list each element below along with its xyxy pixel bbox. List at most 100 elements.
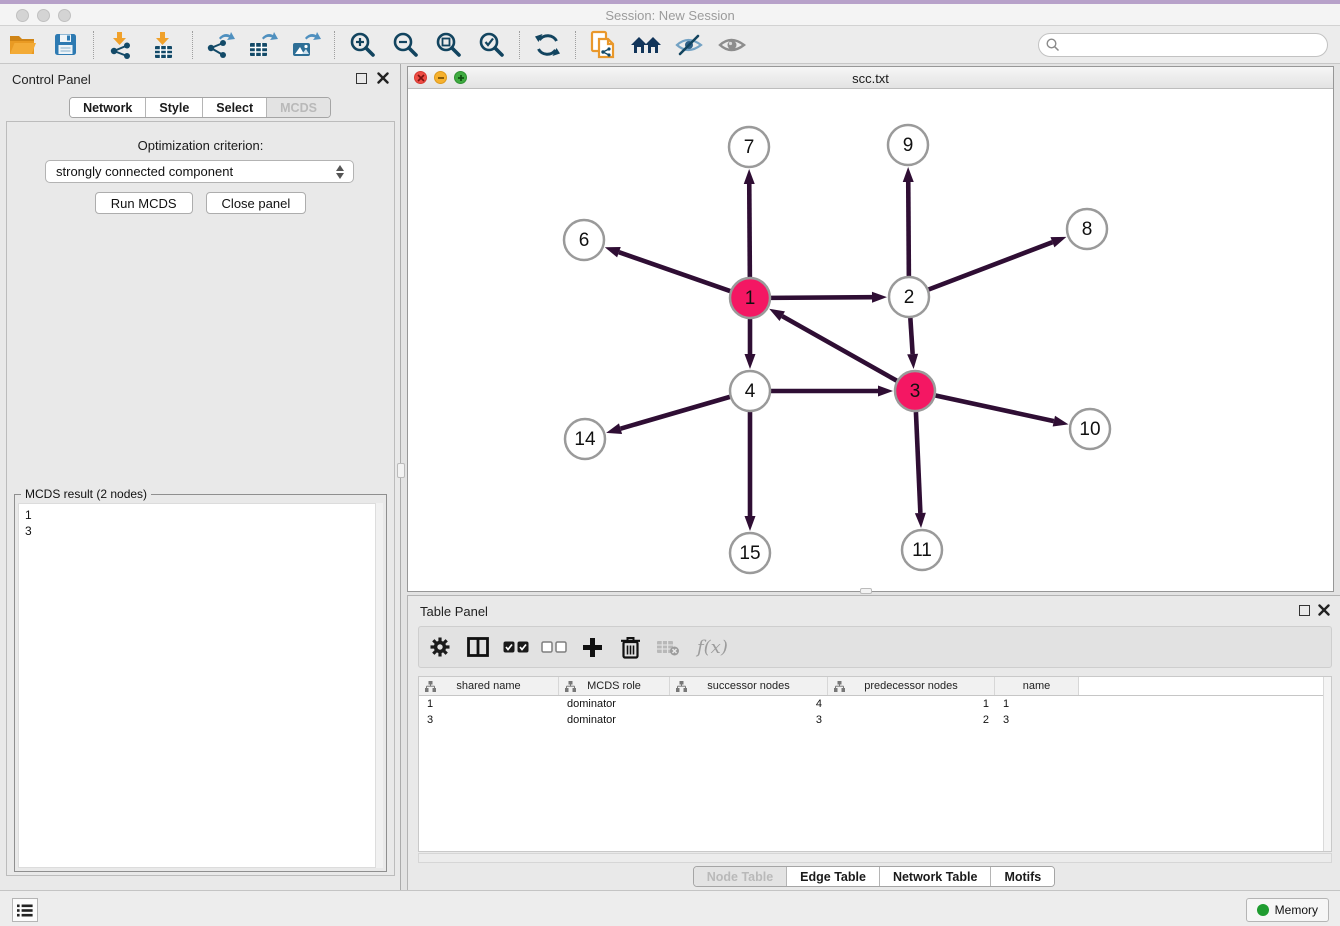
table-panel-title: Table Panel xyxy=(420,604,488,619)
close-panel-icon[interactable] xyxy=(377,72,389,84)
tab-style[interactable]: Style xyxy=(145,98,202,117)
edge-1-6[interactable] xyxy=(605,247,730,291)
column-header-name[interactable]: name xyxy=(995,677,1079,695)
export-table-icon[interactable] xyxy=(246,28,280,62)
close-panel-button[interactable]: Close panel xyxy=(206,192,307,214)
node-15[interactable]: 15 xyxy=(730,533,770,573)
add-column-icon[interactable] xyxy=(579,634,605,660)
node-9[interactable]: 9 xyxy=(888,125,928,165)
cell-shared-name[interactable]: 3 xyxy=(419,712,559,728)
node-4[interactable]: 4 xyxy=(730,371,770,411)
float-panel-icon[interactable] xyxy=(356,73,367,84)
mcds-result-title: MCDS result (2 nodes) xyxy=(21,487,151,501)
table-scrollbar[interactable] xyxy=(1323,677,1331,851)
tab-select[interactable]: Select xyxy=(202,98,266,117)
svg-text:6: 6 xyxy=(579,230,590,251)
node-table[interactable]: shared nameMCDS rolesuccessor nodesprede… xyxy=(418,676,1332,852)
cell-predecessor-nodes[interactable]: 1 xyxy=(828,696,995,712)
cell-predecessor-nodes[interactable]: 2 xyxy=(828,712,995,728)
edge-1-2[interactable] xyxy=(771,292,887,303)
node-1[interactable]: 1 xyxy=(730,278,770,318)
memory-button[interactable]: Memory xyxy=(1246,898,1329,922)
tab-edge-table[interactable]: Edge Table xyxy=(786,867,879,886)
cell-mcds-role[interactable]: dominator xyxy=(559,696,670,712)
toolbar-separator xyxy=(93,31,94,59)
hide-annotations-icon[interactable] xyxy=(672,28,706,62)
zoom-out-icon[interactable] xyxy=(388,28,422,62)
deselect-all-checkboxes-icon[interactable] xyxy=(541,634,567,660)
task-history-button[interactable] xyxy=(12,898,38,922)
save-session-icon[interactable] xyxy=(48,28,82,62)
float-panel-icon[interactable] xyxy=(1299,605,1310,616)
import-network-icon[interactable] xyxy=(104,28,138,62)
search-field[interactable] xyxy=(1038,33,1328,57)
edge-4-15[interactable] xyxy=(745,412,756,531)
node-2[interactable]: 2 xyxy=(889,277,929,317)
svg-text:8: 8 xyxy=(1082,219,1093,240)
column-header-successor-nodes[interactable]: successor nodes xyxy=(670,677,828,695)
tab-node-table[interactable]: Node Table xyxy=(694,867,786,886)
tab-network[interactable]: Network xyxy=(70,98,145,117)
node-10[interactable]: 10 xyxy=(1070,409,1110,449)
node-14[interactable]: 14 xyxy=(565,419,605,459)
close-panel-icon[interactable] xyxy=(1318,604,1330,616)
edge-2-8[interactable] xyxy=(929,237,1067,290)
refresh-view-icon[interactable] xyxy=(530,28,564,62)
cell-mcds-role[interactable]: dominator xyxy=(559,712,670,728)
mcds-result-text[interactable]: 1 3 xyxy=(18,503,383,868)
edge-2-3[interactable] xyxy=(907,318,918,369)
import-table-icon[interactable] xyxy=(147,28,181,62)
edge-3-1[interactable] xyxy=(769,309,897,381)
run-mcds-button[interactable]: Run MCDS xyxy=(95,192,193,214)
column-header-mcds-role[interactable]: MCDS role xyxy=(559,677,670,695)
split-view-icon[interactable] xyxy=(465,634,491,660)
tab-network-table[interactable]: Network Table xyxy=(879,867,991,886)
cell-successor-nodes[interactable]: 4 xyxy=(670,696,828,712)
zoom-in-icon[interactable] xyxy=(345,28,379,62)
table-row[interactable]: 3dominator323 xyxy=(419,712,1331,728)
mcds-result-scrollbar[interactable] xyxy=(375,503,383,868)
table-row[interactable]: 1dominator411 xyxy=(419,696,1331,712)
network-window-titlebar[interactable]: scc.txt xyxy=(408,67,1333,89)
node-7[interactable]: 7 xyxy=(729,127,769,167)
export-image-icon[interactable] xyxy=(289,28,323,62)
network-graph[interactable]: 7 9 6 8 1 2 4 3 14 10 15 11 xyxy=(408,89,1333,591)
splitter-grip[interactable] xyxy=(397,463,405,478)
column-header-predecessor-nodes[interactable]: predecessor nodes xyxy=(828,677,995,695)
network-canvas[interactable]: 7 9 6 8 1 2 4 3 14 10 15 11 xyxy=(408,89,1333,591)
zoom-selected-icon[interactable] xyxy=(474,28,508,62)
delete-column-icon[interactable] xyxy=(617,634,643,660)
edge-4-3[interactable] xyxy=(771,386,893,397)
splitter-grip[interactable] xyxy=(860,588,872,594)
tab-motifs[interactable]: Motifs xyxy=(990,867,1054,886)
column-header-shared-name[interactable]: shared name xyxy=(419,677,559,695)
zoom-fit-icon[interactable] xyxy=(431,28,465,62)
export-network-icon[interactable] xyxy=(203,28,237,62)
edge-4-14[interactable] xyxy=(606,397,730,434)
node-3[interactable]: 3 xyxy=(895,371,935,411)
edge-1-7[interactable] xyxy=(744,169,755,277)
cell-successor-nodes[interactable]: 3 xyxy=(670,712,828,728)
clone-network-icon[interactable] xyxy=(586,28,620,62)
cell-name[interactable]: 3 xyxy=(995,712,1079,728)
edge-2-9[interactable] xyxy=(903,167,914,276)
table-settings-icon[interactable] xyxy=(427,634,453,660)
search-input[interactable] xyxy=(1038,33,1328,57)
home-view-icon[interactable] xyxy=(629,28,663,62)
toolbar-separator xyxy=(192,31,193,59)
edge-3-10[interactable] xyxy=(936,395,1069,426)
cell-name[interactable]: 1 xyxy=(995,696,1079,712)
tab-mcds[interactable]: MCDS xyxy=(266,98,330,117)
optimization-criterion-label: Optimization criterion: xyxy=(7,138,394,153)
node-11[interactable]: 11 xyxy=(902,530,942,570)
show-annotations-icon[interactable] xyxy=(715,28,749,62)
select-all-checkboxes-icon[interactable] xyxy=(503,634,529,660)
edge-1-4[interactable] xyxy=(745,319,756,369)
edge-3-11[interactable] xyxy=(915,412,926,528)
optimization-criterion-dropdown[interactable]: strongly connected component xyxy=(45,160,354,183)
table-horizontal-scrollbar[interactable] xyxy=(418,853,1332,863)
node-6[interactable]: 6 xyxy=(564,220,604,260)
node-8[interactable]: 8 xyxy=(1067,209,1107,249)
open-session-icon[interactable] xyxy=(5,28,39,62)
cell-shared-name[interactable]: 1 xyxy=(419,696,559,712)
